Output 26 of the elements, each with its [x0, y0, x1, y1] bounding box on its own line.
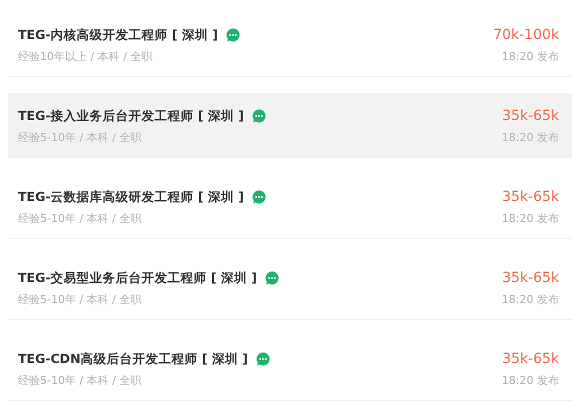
salary-range: 70k-100k	[493, 26, 559, 44]
job-title: TEG-内核高级开发工程师 [ 深圳 ]	[18, 26, 218, 44]
job-requirements: 经验10年以上 / 本科 / 全职	[18, 49, 154, 65]
job-requirements: 经验5-10年 / 本科 / 全职	[18, 211, 142, 227]
job-requirements: 经验5-10年 / 本科 / 全职	[18, 292, 142, 308]
job-title: TEG-云数据库高级研发工程师 [ 深圳 ]	[18, 188, 244, 206]
post-time: 18:20 发布	[502, 211, 559, 227]
chat-bubble-icon	[252, 109, 266, 123]
chat-bubble-icon	[265, 271, 279, 285]
salary-range: 35k-65k	[502, 350, 559, 368]
post-time: 18:20 发布	[502, 373, 559, 389]
post-time: 18:20 发布	[502, 292, 559, 308]
job-requirements: 经验5-10年 / 本科 / 全职	[18, 373, 142, 389]
job-requirements: 经验5-10年 / 本科 / 全职	[18, 130, 142, 146]
salary-range: 35k-65k	[502, 188, 559, 206]
chat-bubble-icon	[226, 28, 240, 42]
salary-range: 35k-65k	[502, 269, 559, 287]
job-list-item[interactable]: TEG-接入业务后台开发工程师 [ 深圳 ] 经验5-10年 / 本科 / 全职 35k-65k 18:20 发布	[8, 93, 572, 158]
job-title: TEG-交易型业务后台开发工程师 [ 深圳 ]	[18, 269, 257, 287]
job-title: TEG-CDN高级后台开发工程师 [ 深圳 ]	[18, 350, 248, 368]
chat-bubble-icon	[256, 352, 270, 366]
post-time: 18:20 发布	[502, 130, 559, 146]
chat-bubble-icon	[252, 190, 266, 204]
post-time: 18:20 发布	[502, 49, 559, 65]
salary-range: 35k-65k	[502, 107, 559, 125]
job-title: TEG-接入业务后台开发工程师 [ 深圳 ]	[18, 107, 244, 125]
